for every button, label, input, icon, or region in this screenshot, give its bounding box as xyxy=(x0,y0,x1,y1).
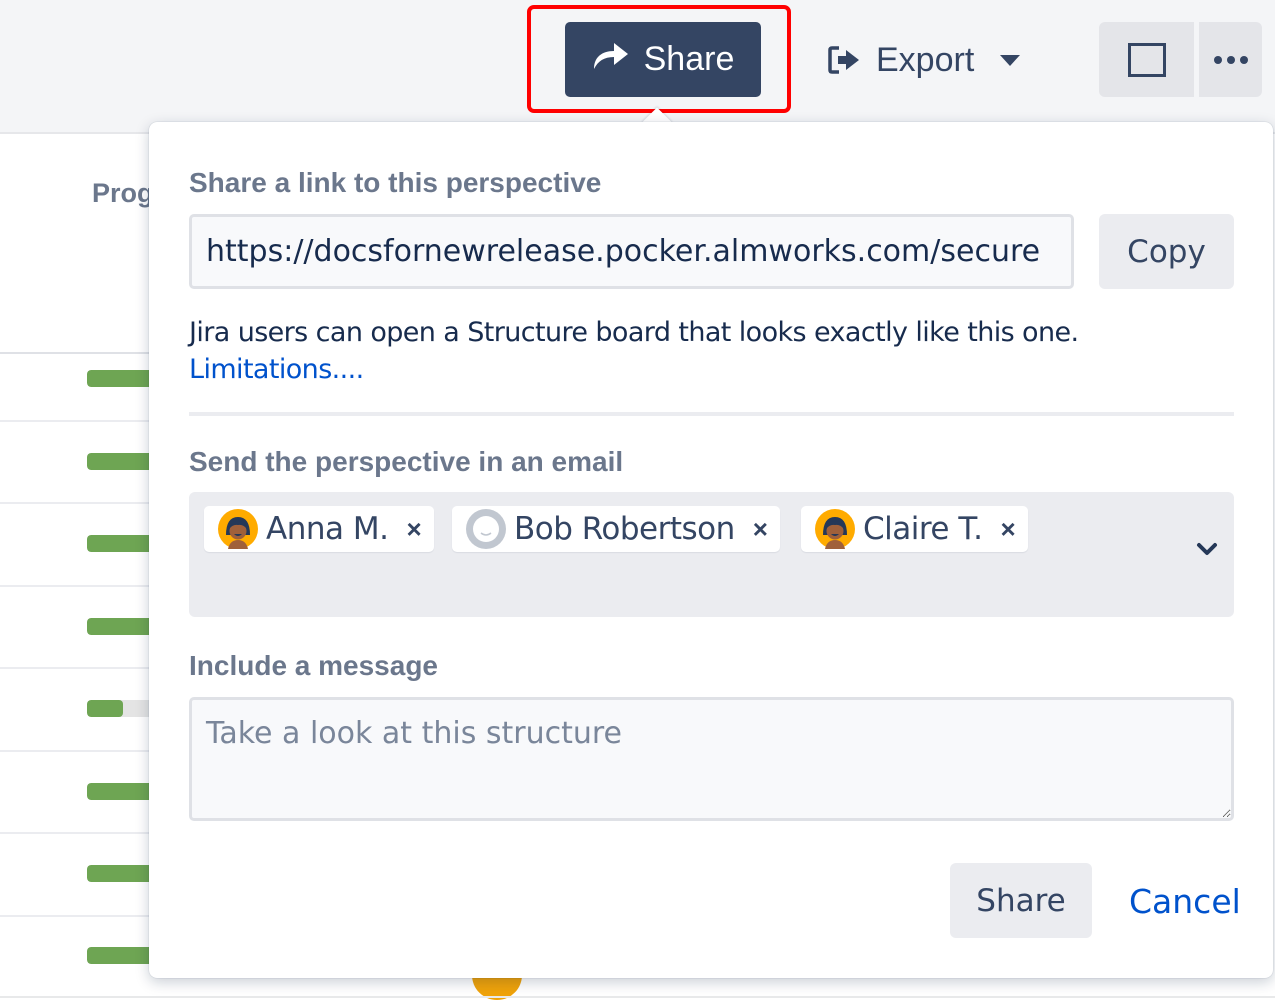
remove-recipient-icon[interactable]: × xyxy=(753,516,768,542)
default-avatar-icon xyxy=(466,509,506,549)
share-dialog: Share a link to this perspective Copy Ji… xyxy=(149,122,1273,978)
email-section-label: Send the perspective in an email xyxy=(189,446,624,477)
copy-button[interactable]: Copy xyxy=(1099,214,1234,289)
row-divider xyxy=(0,420,150,422)
top-toolbar: Share Export xyxy=(0,0,1275,134)
limitations-link[interactable]: Limitations.... xyxy=(189,354,364,385)
remove-recipient-icon[interactable]: × xyxy=(1000,516,1015,542)
header-divider xyxy=(0,352,150,354)
recipient-name: Anna M. xyxy=(266,511,389,547)
recipient-chip: Bob Robertson × xyxy=(452,506,780,552)
fullscreen-button[interactable] xyxy=(1099,22,1194,97)
user-avatar-icon xyxy=(218,509,258,549)
share-link-input[interactable] xyxy=(189,214,1074,289)
chevron-down-icon[interactable] xyxy=(1196,542,1218,556)
cancel-link[interactable]: Cancel xyxy=(1129,882,1241,921)
recipient-chip: Anna M. × xyxy=(204,506,434,552)
caret-down-icon xyxy=(1000,54,1021,66)
view-button-group xyxy=(1099,22,1262,97)
more-actions-button[interactable] xyxy=(1199,22,1262,97)
info-text: Jira users can open a Structure board th… xyxy=(189,317,1079,348)
recipients-picker[interactable]: Anna M. × Bob Robertson × Claire T. × xyxy=(189,492,1234,617)
row-divider xyxy=(0,502,150,504)
row-divider xyxy=(0,585,150,587)
row-divider xyxy=(0,832,150,834)
share-arrow-icon xyxy=(592,39,630,80)
square-icon xyxy=(1127,42,1166,77)
share-submit-button[interactable]: Share xyxy=(950,863,1092,938)
progress-column-header: Prog xyxy=(92,178,154,208)
user-avatar-icon xyxy=(815,509,855,549)
row-divider xyxy=(0,750,150,752)
link-section-label: Share a link to this perspective xyxy=(189,167,602,198)
recipient-chip: Claire T. × xyxy=(801,506,1028,552)
message-section-label: Include a message xyxy=(189,650,439,681)
share-toolbar-button[interactable]: Share xyxy=(565,22,761,97)
section-divider xyxy=(189,412,1234,416)
export-label: Export xyxy=(876,40,975,79)
share-toolbar-label: Share xyxy=(643,40,735,78)
message-textarea[interactable] xyxy=(189,697,1234,821)
export-icon xyxy=(828,45,862,75)
recipient-name: Claire T. xyxy=(863,511,983,547)
progress-fill xyxy=(87,700,123,717)
ellipsis-icon xyxy=(1213,55,1248,64)
remove-recipient-icon[interactable]: × xyxy=(406,516,421,542)
export-button[interactable]: Export xyxy=(828,30,1021,90)
row-divider xyxy=(0,915,150,917)
row-divider xyxy=(0,996,1275,998)
recipient-name: Bob Robertson xyxy=(514,511,735,547)
row-divider xyxy=(0,667,150,669)
